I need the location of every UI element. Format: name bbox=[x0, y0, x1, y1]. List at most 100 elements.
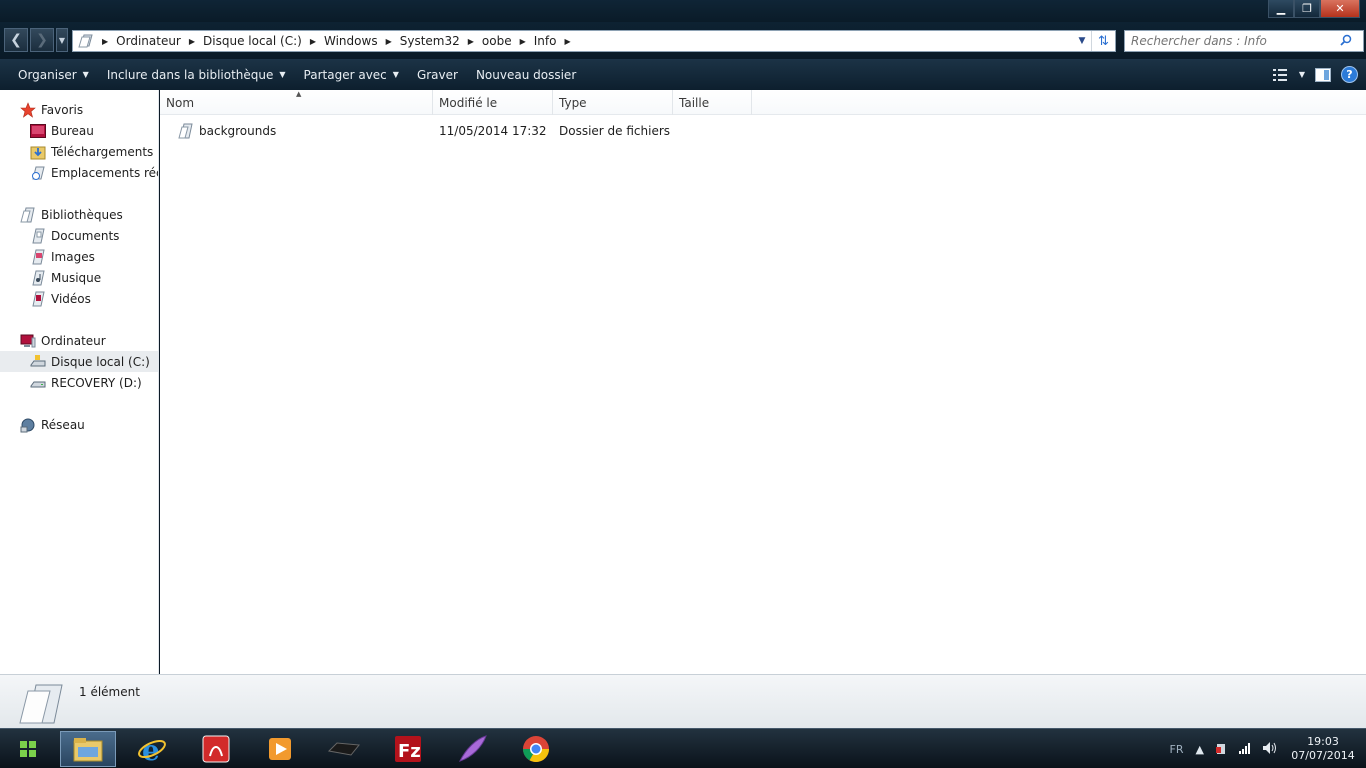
recent-places-icon bbox=[30, 165, 46, 181]
taskbar: e Fz FR ▲ 19:03 07/07/2014 bbox=[0, 728, 1366, 768]
volume-icon[interactable] bbox=[1262, 741, 1278, 758]
taskbar-console[interactable] bbox=[316, 731, 372, 767]
nav-item-recovery[interactable]: RECOVERY (D:) bbox=[0, 372, 158, 393]
chrome-icon bbox=[522, 736, 550, 763]
nav-network-label: Réseau bbox=[41, 417, 85, 432]
file-name: backgrounds bbox=[199, 124, 277, 138]
folder-icon bbox=[178, 123, 194, 139]
libraries-group: Bibliothèques Documents Images Musique V… bbox=[0, 204, 158, 309]
file-name-cell: backgrounds bbox=[160, 120, 433, 142]
internet-explorer-icon: e bbox=[138, 734, 166, 765]
burn-label: Graver bbox=[416, 67, 458, 82]
share-with-button[interactable]: Partager avec ▼ bbox=[295, 59, 408, 90]
column-header-modified[interactable]: Modifié le bbox=[433, 90, 553, 115]
nav-item-label: Bureau bbox=[51, 123, 94, 138]
breadcrumb-system32[interactable]: System32 ▶ bbox=[400, 34, 482, 48]
search-box[interactable] bbox=[1124, 30, 1364, 52]
drive-icon bbox=[30, 375, 46, 391]
nav-item-label: Emplacements récents bbox=[51, 165, 158, 180]
language-indicator[interactable]: FR bbox=[1170, 743, 1184, 756]
column-header-label: Taille bbox=[679, 95, 710, 110]
breadcrumb-disque-local[interactable]: Disque local (C:) ▶ bbox=[203, 34, 324, 48]
address-row: ❮ ❯ ▼ ▶ Ordinateur ▶ Disque local (C:) ▶ W… bbox=[0, 22, 1366, 59]
taskbar-filezilla[interactable]: Fz bbox=[380, 731, 436, 767]
taskbar-chrome[interactable] bbox=[508, 731, 564, 767]
nav-item-disque-local[interactable]: Disque local (C:) bbox=[0, 351, 158, 372]
pictures-library-icon bbox=[30, 249, 46, 265]
breadcrumb-root-arrow[interactable]: ▶ bbox=[94, 37, 116, 46]
chevron-down-icon: ▼ bbox=[279, 70, 286, 79]
maximize-button[interactable]: ❐ bbox=[1294, 0, 1320, 18]
preview-pane-button[interactable] bbox=[1315, 67, 1331, 82]
nav-item-label: Téléchargements bbox=[51, 144, 154, 159]
file-list: ▲ Nom Modifié le Type Taille backgrounds… bbox=[160, 90, 1366, 674]
folder-large-icon bbox=[18, 681, 66, 725]
nav-libraries[interactable]: Bibliothèques bbox=[0, 204, 158, 225]
breadcrumb-windows[interactable]: Windows ▶ bbox=[324, 34, 400, 48]
table-row[interactable]: backgrounds 11/05/2014 17:32 Dossier de … bbox=[160, 120, 752, 142]
column-header-name[interactable]: ▲ Nom bbox=[160, 90, 433, 115]
network-group: Réseau bbox=[0, 414, 158, 435]
power-icon[interactable] bbox=[1214, 741, 1228, 758]
help-button[interactable]: ? bbox=[1341, 66, 1358, 83]
breadcrumb-oobe[interactable]: oobe ▶ bbox=[482, 34, 534, 48]
organize-label: Organiser bbox=[18, 67, 77, 82]
file-type-cell: Dossier de fichiers bbox=[553, 120, 673, 142]
taskbar-media-player[interactable] bbox=[252, 731, 308, 767]
change-view-button[interactable] bbox=[1272, 68, 1289, 81]
back-button[interactable]: ❮ bbox=[4, 28, 28, 52]
nav-item-images[interactable]: Images bbox=[0, 246, 158, 267]
clock[interactable]: 19:03 07/07/2014 bbox=[1288, 735, 1358, 763]
forward-button[interactable]: ❯ bbox=[30, 28, 54, 52]
show-hidden-icons-button[interactable]: ▲ bbox=[1196, 743, 1204, 756]
details-pane: 1 élément bbox=[0, 674, 1366, 728]
address-dropdown-button[interactable]: ▼ bbox=[1073, 36, 1091, 46]
nav-item-label: Vidéos bbox=[51, 291, 91, 306]
taskbar-acrobat-reader[interactable] bbox=[188, 731, 244, 767]
file-type: Dossier de fichiers bbox=[559, 124, 671, 138]
console-icon bbox=[327, 742, 360, 756]
nav-item-telechargements[interactable]: Téléchargements bbox=[0, 141, 158, 162]
nav-item-musique[interactable]: Musique bbox=[0, 267, 158, 288]
breadcrumb-ordinateur[interactable]: Ordinateur ▶ bbox=[116, 34, 203, 48]
computer-group: Ordinateur Disque local (C:) RECOVERY (D… bbox=[0, 330, 158, 393]
taskbar-file-explorer[interactable] bbox=[60, 731, 116, 767]
wifi-signal-icon[interactable] bbox=[1238, 742, 1252, 757]
organize-button[interactable]: Organiser ▼ bbox=[0, 59, 98, 90]
sort-ascending-icon: ▲ bbox=[296, 90, 302, 98]
nav-computer[interactable]: Ordinateur bbox=[0, 330, 158, 351]
file-modified: 11/05/2014 17:32 bbox=[439, 124, 547, 138]
search-icon[interactable] bbox=[1335, 34, 1357, 49]
nav-item-documents[interactable]: Documents bbox=[0, 225, 158, 246]
column-header-label: Modifié le bbox=[439, 95, 498, 110]
nav-item-videos[interactable]: Vidéos bbox=[0, 288, 158, 309]
chevron-down-icon: ▼ bbox=[58, 35, 66, 45]
taskbar-internet-explorer[interactable]: e bbox=[124, 731, 180, 767]
search-input[interactable] bbox=[1125, 34, 1335, 48]
column-header-size[interactable]: Taille bbox=[673, 90, 752, 115]
minimize-button[interactable]: ▁ bbox=[1268, 0, 1294, 18]
view-list-icon bbox=[1272, 68, 1287, 81]
address-bar[interactable]: ▶ Ordinateur ▶ Disque local (C:) ▶ Windows… bbox=[72, 30, 1116, 52]
new-folder-button[interactable]: Nouveau dossier bbox=[467, 59, 585, 90]
burn-button[interactable]: Graver bbox=[408, 59, 467, 90]
clock-time: 19:03 bbox=[1307, 735, 1339, 748]
recent-pages-button[interactable]: ▼ bbox=[56, 28, 68, 52]
include-library-button[interactable]: Inclure dans la bibliothèque ▼ bbox=[98, 59, 295, 90]
nav-favorites-label: Favoris bbox=[41, 102, 84, 117]
breadcrumb-info[interactable]: Info ▶ bbox=[534, 34, 579, 48]
nav-favorites[interactable]: Favoris bbox=[0, 99, 158, 120]
view-options-dropdown[interactable]: ▼ bbox=[1299, 70, 1305, 79]
window-controls: ▁ ❐ ✕ bbox=[1268, 0, 1360, 18]
nav-item-bureau[interactable]: Bureau bbox=[0, 120, 158, 141]
refresh-button[interactable]: ⇅ bbox=[1091, 31, 1115, 51]
nav-network[interactable]: Réseau bbox=[0, 414, 158, 435]
column-header-type[interactable]: Type bbox=[553, 90, 673, 115]
close-button[interactable]: ✕ bbox=[1320, 0, 1360, 18]
taskbar-feather-app[interactable] bbox=[444, 731, 500, 767]
column-header-label: Nom bbox=[166, 95, 195, 110]
start-button[interactable] bbox=[0, 729, 56, 768]
nav-item-emplacements-recents[interactable]: Emplacements récents bbox=[0, 162, 158, 183]
refresh-icon: ⇅ bbox=[1098, 33, 1109, 49]
desktop-icon bbox=[30, 123, 46, 139]
